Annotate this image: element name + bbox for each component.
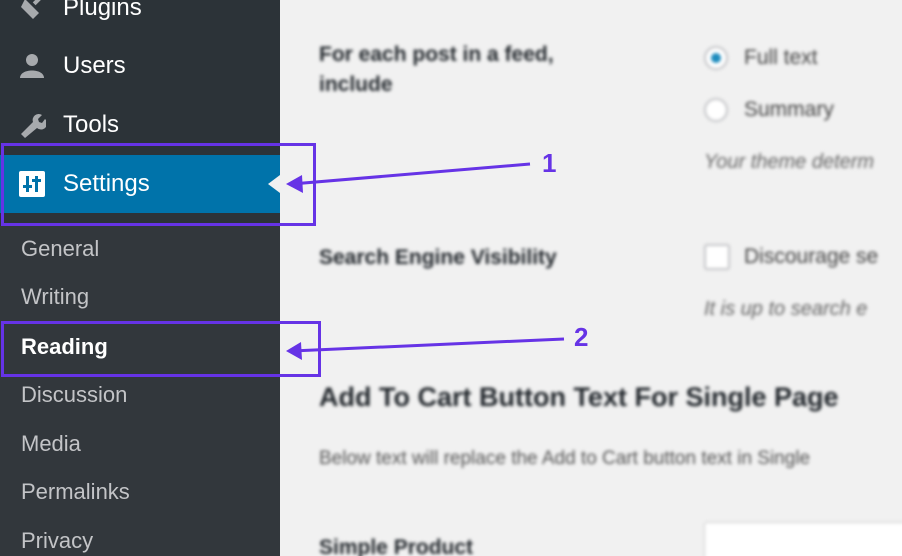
- arrow-1-head: [286, 175, 303, 193]
- arrow-2-head: [286, 342, 302, 360]
- arrow-1: [291, 162, 531, 186]
- callout-number-2: 2: [574, 322, 589, 352]
- callout-number-1: 1: [542, 148, 557, 178]
- arrow-2: [291, 337, 565, 353]
- annotation-arrows: [286, 162, 565, 360]
